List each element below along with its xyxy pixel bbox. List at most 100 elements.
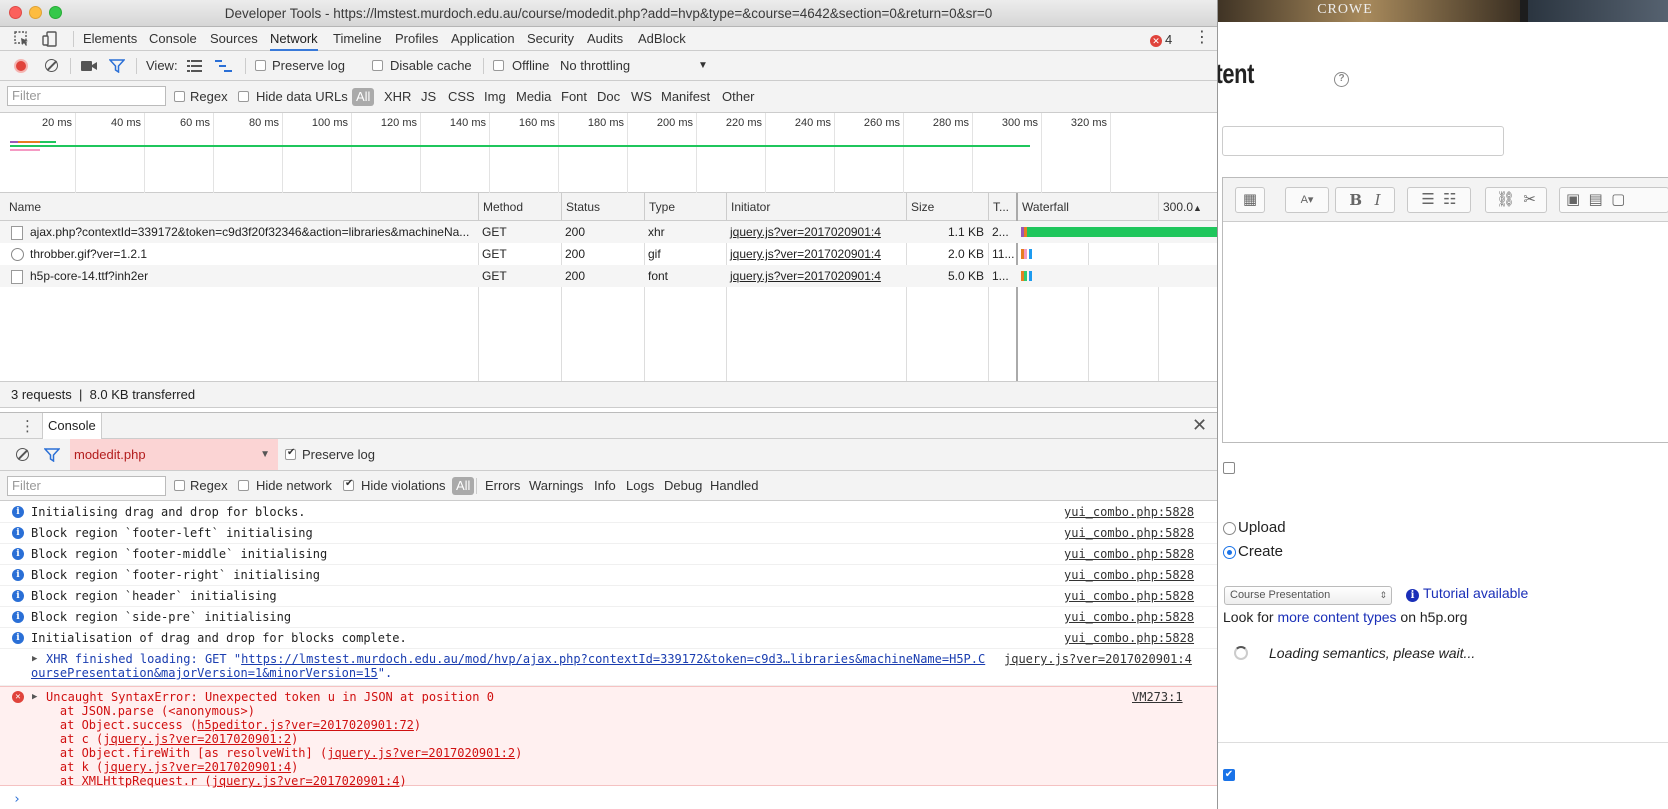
clear-icon[interactable] <box>45 59 58 72</box>
unlink-icon[interactable]: ✂ <box>1523 191 1536 208</box>
numbered-list-icon[interactable]: ☷ <box>1443 191 1456 208</box>
tab-timeline[interactable]: Timeline <box>333 27 382 51</box>
clear-console-icon[interactable] <box>16 448 29 461</box>
file-icon[interactable]: ▢ <box>1611 191 1625 208</box>
column-name[interactable]: Name <box>0 193 478 221</box>
content-type-select[interactable]: Course Presentation ⇕ <box>1224 586 1392 605</box>
more-options-icon[interactable]: ⋮ <box>1194 30 1210 46</box>
level-handled[interactable]: Handled <box>710 471 758 501</box>
cell-initiator-link[interactable]: jquery.js?ver=2017020901:4 <box>726 221 906 243</box>
level-all[interactable]: All <box>452 477 475 495</box>
close-window-button[interactable] <box>9 6 22 19</box>
bullet-list-icon[interactable]: ☰ <box>1421 191 1434 208</box>
table-row[interactable]: throbber.gif?ver=1.2.1 GET 200 gif jquer… <box>0 243 1217 265</box>
filter-type-all[interactable]: All <box>352 88 375 106</box>
filter-type-media[interactable]: Media <box>516 81 551 113</box>
font-size-icon[interactable]: A▾ <box>1285 187 1329 213</box>
message-source-link[interactable]: yui_combo.php:5828 <box>1064 526 1194 540</box>
italic-icon[interactable]: I <box>1375 191 1381 209</box>
filter-type-xhr[interactable]: XHR <box>384 81 411 113</box>
more-content-types-link[interactable]: more content types <box>1277 609 1396 625</box>
video-icon[interactable]: ▤ <box>1589 191 1603 208</box>
filter-type-other[interactable]: Other <box>722 81 755 113</box>
message-source-link[interactable]: yui_combo.php:5828 <box>1064 568 1194 582</box>
filter-type-doc[interactable]: Doc <box>597 81 620 113</box>
level-warnings[interactable]: Warnings <box>529 471 583 501</box>
create-radio[interactable] <box>1223 546 1236 559</box>
throttling-caret-icon[interactable]: ▼ <box>698 51 708 81</box>
title-input[interactable] <box>1222 126 1504 156</box>
xhr-url-link[interactable]: https://lmstest.murdoch.edu.au/mod/hvp/a… <box>241 652 985 666</box>
level-debug[interactable]: Debug <box>664 471 702 501</box>
expand-triangle-icon[interactable]: ▶ <box>32 690 37 704</box>
filter-icon[interactable] <box>109 59 125 73</box>
toolbar-toggle-icon[interactable]: ▦ <box>1235 187 1265 213</box>
error-count-badge[interactable]: ✕ 4 <box>1150 32 1172 47</box>
tutorial-link-text[interactable]: Tutorial available <box>1423 585 1528 601</box>
waterfall-scale[interactable]: 300.0▲ <box>1158 193 1217 221</box>
regex-checkbox[interactable] <box>174 91 185 102</box>
preserve-log-checkbox[interactable] <box>255 60 266 71</box>
close-drawer-icon[interactable]: ✕ <box>1192 415 1207 436</box>
column-type[interactable]: Type <box>644 193 726 221</box>
help-icon[interactable]: ? <box>1334 72 1349 87</box>
camera-icon[interactable] <box>81 59 98 73</box>
overview-icon[interactable] <box>215 60 232 72</box>
tab-security[interactable]: Security <box>527 27 574 51</box>
stack-frame-link[interactable]: jquery.js?ver=2017020901:2 <box>327 746 515 760</box>
error-source-link[interactable]: VM273:1 <box>1132 690 1183 704</box>
hide-network-checkbox[interactable] <box>238 480 249 491</box>
filter-type-ws[interactable]: WS <box>631 81 652 113</box>
drawer-tab-console[interactable]: Console <box>42 413 102 439</box>
error-message[interactable]: ✕ ▶ Uncaught SyntaxError: Unexpected tok… <box>0 686 1217 788</box>
tab-audits[interactable]: Audits <box>587 27 623 51</box>
table-row[interactable]: h5p-core-14.ttf?inh2er GET 200 font jque… <box>0 265 1217 287</box>
filter-type-manifest[interactable]: Manifest <box>661 81 710 113</box>
stack-frame-link[interactable]: jquery.js?ver=2017020901:4 <box>212 774 400 788</box>
console-prompt[interactable]: › <box>13 792 21 807</box>
message-source-link[interactable]: yui_combo.php:5828 <box>1064 505 1194 519</box>
expand-triangle-icon[interactable]: ▶ <box>32 652 37 666</box>
bold-icon[interactable]: B <box>1349 191 1362 209</box>
image-icon[interactable]: ▣ <box>1566 191 1580 208</box>
stack-frame-link[interactable]: jquery.js?ver=2017020901:2 <box>103 732 291 746</box>
xhr-source-link[interactable]: jquery.js?ver=2017020901:4 <box>1004 652 1192 666</box>
throttling-select[interactable]: No throttling <box>560 51 630 81</box>
inspect-element-icon[interactable] <box>13 30 31 48</box>
console-preserve-log-checkbox[interactable] <box>285 447 296 460</box>
cell-initiator-link[interactable]: jquery.js?ver=2017020901:4 <box>726 265 906 287</box>
large-rows-icon[interactable] <box>187 60 202 72</box>
message-source-link[interactable]: yui_combo.php:5828 <box>1064 547 1194 561</box>
offline-checkbox[interactable] <box>493 60 504 71</box>
message-source-link[interactable]: yui_combo.php:5828 <box>1064 610 1194 624</box>
hide-violations-checkbox[interactable] <box>343 478 354 491</box>
tab-console[interactable]: Console <box>149 27 197 51</box>
network-filter-input[interactable]: Filter <box>7 86 166 106</box>
tab-sources[interactable]: Sources <box>210 27 258 51</box>
xhr-message[interactable]: ▶ XHR finished loading: GET "https://lms… <box>0 649 1217 686</box>
table-row[interactable]: ajax.php?contextId=339172&token=c9d3f20f… <box>0 221 1217 243</box>
stack-frame-link[interactable]: h5peditor.js?ver=2017020901:72 <box>197 718 414 732</box>
link-icon[interactable]: ⛓ <box>1496 191 1515 208</box>
message-source-link[interactable]: yui_combo.php:5828 <box>1064 589 1194 603</box>
filter-type-font[interactable]: Font <box>561 81 587 113</box>
checked-checkbox[interactable]: ✔ <box>1223 769 1235 781</box>
console-filter-icon[interactable] <box>44 448 60 462</box>
console-regex-checkbox[interactable] <box>174 480 185 491</box>
device-mode-icon[interactable] <box>41 30 59 48</box>
tab-profiles[interactable]: Profiles <box>395 27 438 51</box>
minimize-window-button[interactable] <box>29 6 42 19</box>
filter-type-js[interactable]: JS <box>421 81 436 113</box>
level-errors[interactable]: Errors <box>485 471 520 501</box>
message-source-link[interactable]: yui_combo.php:5828 <box>1064 631 1194 645</box>
tab-elements[interactable]: Elements <box>83 27 137 51</box>
column-initiator[interactable]: Initiator <box>726 193 906 221</box>
column-method[interactable]: Method <box>478 193 561 221</box>
level-logs[interactable]: Logs <box>626 471 654 501</box>
level-info[interactable]: Info <box>594 471 616 501</box>
record-icon[interactable] <box>14 59 28 73</box>
tab-application[interactable]: Application <box>451 27 515 51</box>
hide-data-urls-checkbox[interactable] <box>238 91 249 102</box>
cell-initiator-link[interactable]: jquery.js?ver=2017020901:4 <box>726 243 906 265</box>
network-overview[interactable]: 20 ms 40 ms 60 ms 80 ms 100 ms 120 ms 140 ms 16… <box>0 113 1217 193</box>
